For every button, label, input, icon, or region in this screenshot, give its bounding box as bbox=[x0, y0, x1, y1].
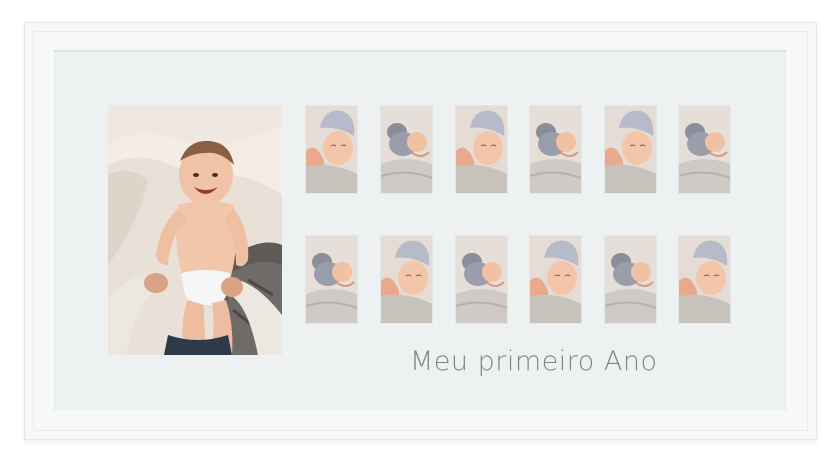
frame-caption: Meu primeiro Ano bbox=[410, 346, 658, 377]
newborn-photo-slot bbox=[679, 106, 730, 193]
newborn-photo-slot bbox=[381, 236, 432, 323]
newborn-photo-slot bbox=[679, 236, 730, 323]
newborn-photo-slot bbox=[306, 236, 357, 323]
newborn-photo-slot bbox=[456, 236, 507, 323]
newborn-photo-slot bbox=[530, 106, 581, 193]
newborn-photo-slot bbox=[605, 106, 656, 193]
newborn-photo-slot bbox=[530, 236, 581, 323]
newborn-photo-slot bbox=[605, 236, 656, 323]
newborn-photo-slot bbox=[306, 106, 357, 193]
newborn-photo-slot bbox=[456, 106, 507, 193]
newborn-photo-slot bbox=[381, 106, 432, 193]
main-baby-photo bbox=[108, 105, 282, 355]
